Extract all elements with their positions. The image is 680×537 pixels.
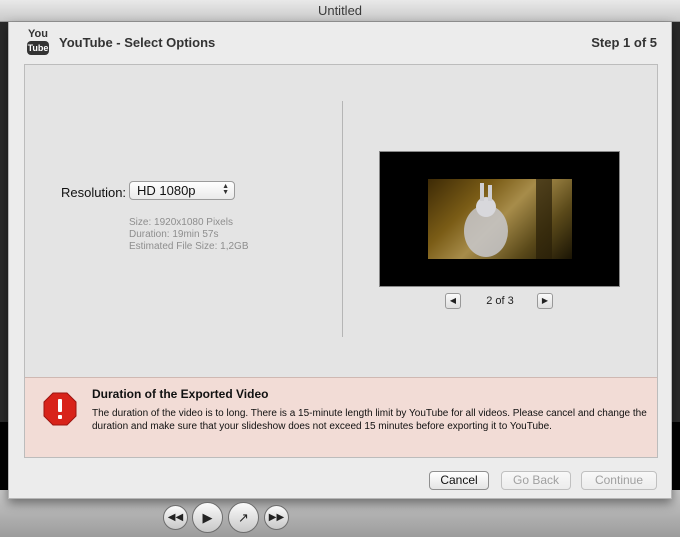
warning-text: The duration of the video is to long. Th… <box>92 408 647 432</box>
rewind-icon[interactable]: ◀◀ <box>163 505 188 530</box>
resolution-label: Resolution: <box>61 185 127 200</box>
player-controls: ◀◀ ▶ ↗ ▶▶ <box>163 502 293 533</box>
select-arrows-icon: ▲ ▼ <box>222 183 229 196</box>
warning-box: Duration of the Exported Video The durat… <box>25 377 657 457</box>
next-slide-button[interactable]: ▶ <box>537 293 553 309</box>
bunny-image <box>464 179 552 259</box>
export-info: Size: 1920x1080 Pixels Duration: 19min 5… <box>129 217 249 253</box>
preview-thumbnail <box>428 179 572 259</box>
info-size: Size: 1920x1080 Pixels <box>129 217 233 228</box>
youtube-logo: You Tube <box>27 28 49 56</box>
sheet-title: YouTube - Select Options <box>59 35 216 50</box>
cancel-button[interactable]: Cancel <box>429 471 489 490</box>
options-panel: Resolution: HD 1080p ▲ ▼ Size: 1920x1080 … <box>24 64 658 458</box>
share-icon[interactable]: ↗ <box>228 502 259 533</box>
continue-button[interactable]: Continue <box>581 471 657 490</box>
warning-title: Duration of the Exported Video <box>92 387 269 401</box>
info-duration: Duration: 19min 57s <box>129 229 219 240</box>
stop-sign-icon <box>43 392 77 426</box>
export-sheet: You Tube YouTube - Select Options Step 1… <box>8 22 672 499</box>
triangle-right-icon: ▶ <box>541 296 549 305</box>
triangle-left-icon: ◀ <box>449 296 457 305</box>
step-indicator: Step 1 of 5 <box>591 35 657 50</box>
slide-counter: 2 of 3 <box>486 295 514 307</box>
window-title: Untitled <box>317 3 363 18</box>
resolution-value: HD 1080p <box>137 183 196 198</box>
resolution-select[interactable]: HD 1080p ▲ ▼ <box>129 181 235 200</box>
info-file-size: Estimated File Size: 1,2GB <box>129 241 249 252</box>
video-preview <box>379 151 620 287</box>
youtube-logo-you: You <box>28 28 48 40</box>
window-titlebar: Untitled <box>0 0 680 22</box>
previous-slide-button[interactable]: ◀ <box>445 293 461 309</box>
sheet-header: You Tube YouTube - Select Options Step 1… <box>9 22 671 64</box>
go-back-button[interactable]: Go Back <box>501 471 571 490</box>
play-icon[interactable]: ▶ <box>192 502 223 533</box>
youtube-logo-tube: Tube <box>27 41 49 55</box>
fast-forward-icon[interactable]: ▶▶ <box>264 505 289 530</box>
panel-divider <box>342 101 343 337</box>
